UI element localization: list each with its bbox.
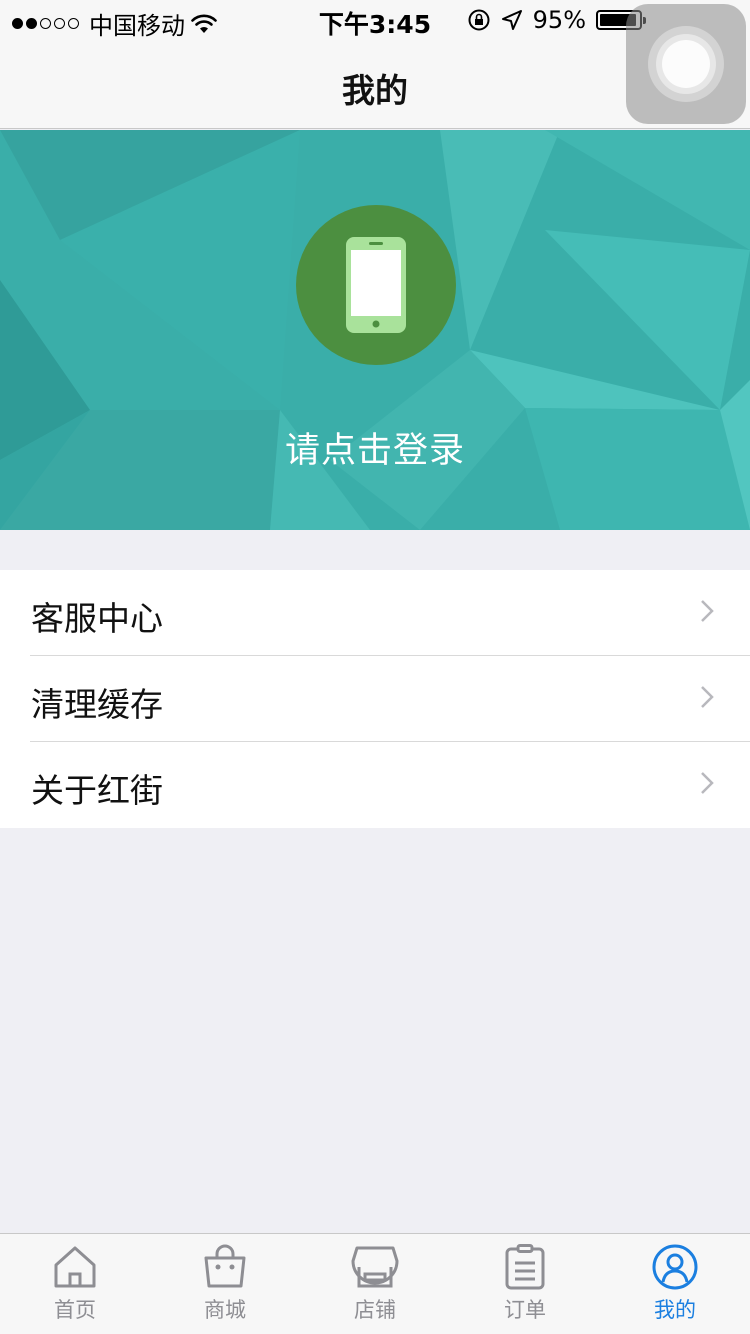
menu-item-label: 清理缓存: [31, 685, 163, 724]
chevron-right-icon: [701, 686, 714, 708]
battery-percent: 95%: [532, 6, 586, 34]
tab-label: 我的: [654, 1298, 696, 1322]
menu-item-clear-cache[interactable]: 清理缓存: [0, 656, 750, 742]
tab-mine[interactable]: 我的: [600, 1234, 750, 1334]
user-icon: [652, 1244, 698, 1290]
assistive-touch-button[interactable]: [626, 4, 746, 124]
chevron-right-icon: [701, 772, 714, 794]
tab-orders[interactable]: 订单: [450, 1234, 600, 1334]
shopping-bag-icon: [204, 1244, 246, 1288]
tab-store[interactable]: 店铺: [300, 1234, 450, 1334]
home-icon: [54, 1246, 96, 1288]
profile-banner[interactable]: 请点击登录: [0, 130, 750, 530]
chevron-right-icon: [701, 600, 714, 622]
tab-label: 首页: [54, 1298, 96, 1322]
menu-item-customer-service[interactable]: 客服中心: [0, 570, 750, 656]
status-right: 95%: [467, 6, 646, 34]
location-arrow-icon: [501, 10, 522, 30]
tab-mall[interactable]: 商城: [150, 1234, 300, 1334]
menu-item-label: 客服中心: [31, 599, 163, 638]
tab-bar: 首页 商城 店铺 订单 我的: [0, 1233, 750, 1334]
tab-home[interactable]: 首页: [0, 1234, 150, 1334]
tab-label: 商城: [204, 1298, 246, 1322]
order-list-icon: [505, 1244, 545, 1290]
settings-menu-list: 客服中心 清理缓存 关于红街: [0, 570, 750, 828]
store-icon: [351, 1246, 399, 1288]
menu-item-label: 关于红街: [31, 771, 163, 810]
tab-label: 订单: [504, 1298, 546, 1322]
rotation-lock-icon: [468, 9, 490, 31]
tab-label: 店铺: [354, 1298, 396, 1322]
login-prompt[interactable]: 请点击登录: [0, 422, 750, 473]
menu-item-about[interactable]: 关于红街: [0, 742, 750, 828]
phone-icon: [346, 237, 406, 333]
